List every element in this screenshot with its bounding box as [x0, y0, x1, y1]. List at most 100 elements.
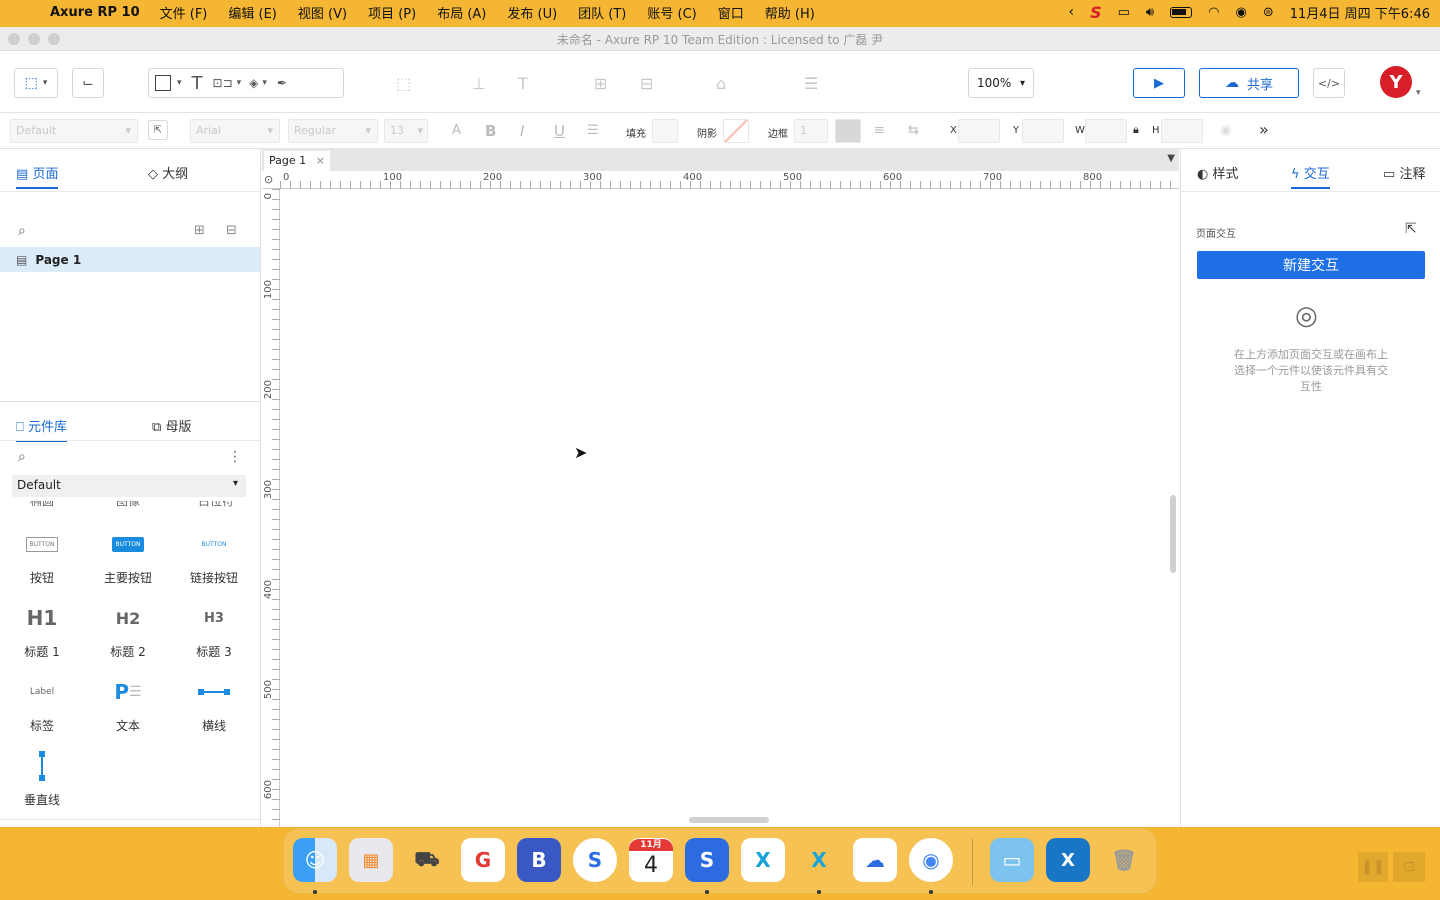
widget-primary-button[interactable]: BUTTON 主要按钮 [98, 529, 158, 586]
layers-tool-icon[interactable]: ◈ [249, 76, 258, 90]
share-button[interactable]: ☁ 共享 [1199, 68, 1299, 98]
text-tool-icon[interactable]: T [192, 73, 203, 94]
menu-publish[interactable]: 发布 (U) [507, 3, 557, 22]
forklift-icon[interactable]: ⛟ [405, 838, 449, 882]
library-select[interactable]: Default ▾ [12, 475, 246, 497]
tab-outline[interactable]: ◇ 大纲 [148, 163, 188, 182]
chevron-down-icon[interactable]: ▾ [237, 78, 242, 88]
font-size-select[interactable]: 13 ▾ [384, 119, 428, 143]
widget-vertical-line[interactable]: 垂直线 [12, 751, 72, 808]
group-icon[interactable]: ⬚ [396, 74, 411, 93]
rectangle-tool[interactable] [155, 75, 171, 91]
tab-pages[interactable]: ▤ 页面 [16, 163, 59, 189]
widget-horizontal-line[interactable]: 横线 [184, 677, 244, 734]
style-select[interactable]: Default ▾ [10, 119, 138, 143]
control-center-icon[interactable]: ⊜ [1263, 5, 1274, 20]
zoom-select[interactable]: 100% ▾ [968, 68, 1034, 98]
font-family-select[interactable]: Arial ▾ [190, 119, 280, 143]
menu-project[interactable]: 项目 (P) [368, 3, 416, 22]
clock[interactable]: 11月4日 周四 下午6:46 [1290, 3, 1430, 22]
battery-icon[interactable] [1170, 6, 1193, 18]
more-vertical-icon[interactable]: ⋮ [228, 449, 242, 465]
arrow-style-icon[interactable]: ⇆ [908, 123, 919, 138]
lock-ratio-icon[interactable]: 🔒︎ [1133, 123, 1139, 137]
menu-file[interactable]: 文件 (F) [160, 3, 208, 22]
widget-heading-2[interactable]: H2 标题 2 [98, 603, 158, 660]
s-logo-icon[interactable]: S [1090, 3, 1102, 22]
form-element-tool-icon[interactable]: ⊡⊐ [213, 76, 233, 90]
app-name-menu[interactable]: Axure RP 10 [50, 5, 140, 20]
tabs-dropdown-icon[interactable]: ▼ [1167, 153, 1175, 164]
widget-link-button[interactable]: BUTTON 链接按钮 [184, 529, 244, 586]
design-canvas[interactable] [281, 190, 1179, 827]
menu-layout[interactable]: 布局 (A) [437, 3, 486, 22]
pen-tool-icon[interactable]: ✒ [277, 76, 287, 90]
folder-icon[interactable]: ▭ [990, 838, 1034, 882]
bold-icon[interactable]: B [485, 122, 496, 140]
border-color-swatch[interactable] [835, 119, 861, 143]
apple-icon[interactable] [20, 3, 38, 21]
y-input[interactable] [1022, 119, 1064, 143]
fill-color-swatch[interactable] [652, 119, 678, 143]
doc-tab[interactable]: Page 1 × [264, 151, 330, 171]
menu-view[interactable]: 视图 (V) [298, 3, 347, 22]
axure-x-icon[interactable]: X [741, 838, 785, 882]
widget-heading-1[interactable]: H1 标题 1 [12, 603, 72, 660]
font-color-icon[interactable]: A [452, 123, 461, 138]
menu-window[interactable]: 窗口 [718, 3, 744, 22]
tab-library[interactable]: ⎕ 元件库 [16, 416, 67, 442]
ruler-origin-icon[interactable]: ⊙ [264, 173, 273, 186]
select-mode-button[interactable]: ⬚ ▾ [14, 68, 58, 98]
list-icon[interactable]: ☰ [587, 123, 599, 138]
h-input[interactable] [1161, 119, 1203, 143]
user-icon[interactable]: ◉ [1235, 5, 1246, 20]
cloud-drive-icon[interactable]: ☁ [853, 838, 897, 882]
chevron-left-icon[interactable]: ‹ [1068, 4, 1074, 20]
x-input[interactable] [958, 119, 1000, 143]
style-manager-button[interactable]: ⇱ [148, 120, 168, 140]
menu-team[interactable]: 团队 (T) [578, 3, 626, 22]
horizontal-scrollbar[interactable] [689, 817, 769, 823]
calendar-icon[interactable]: 11月 4 [629, 838, 673, 882]
search-icon[interactable]: ⌕ [18, 223, 26, 239]
add-folder-icon[interactable]: ⊟ [226, 223, 237, 238]
vertical-scrollbar[interactable] [1170, 495, 1176, 573]
line-style-icon[interactable]: ≡ [874, 123, 885, 138]
finder-icon[interactable]: ☺ [293, 838, 337, 882]
menu-account[interactable]: 账号 (C) [647, 3, 696, 22]
new-interaction-button[interactable]: 新建交互 [1197, 251, 1425, 279]
menu-edit[interactable]: 编辑 (E) [228, 3, 277, 22]
border-width-input[interactable]: 1 [794, 119, 828, 143]
wifi-icon[interactable]: ◠ [1208, 5, 1219, 20]
chevron-down-icon[interactable]: ▾ [1416, 88, 1421, 98]
order-icon[interactable]: ☰ [804, 74, 818, 93]
page-list-item[interactable]: ▤ Page 1 [0, 247, 260, 272]
ungroup-icon[interactable]: ⊟ [640, 74, 653, 93]
lock-icon[interactable]: ⌂ [716, 74, 726, 93]
more-icon[interactable]: » [1259, 120, 1269, 139]
gitmind-icon[interactable]: G [461, 838, 505, 882]
volume-icon[interactable]: 🔊︎ [1146, 5, 1154, 20]
menu-help[interactable]: 帮助 (H) [765, 3, 815, 22]
tab-masters[interactable]: ⧉ 母版 [152, 416, 191, 435]
align-top-icon[interactable]: ⊥ [472, 74, 486, 93]
widget-paragraph[interactable]: P ☰ 文本 [98, 677, 158, 734]
widget-button[interactable]: BUTTON 按钮 [12, 529, 72, 586]
close-icon[interactable]: × [316, 154, 325, 167]
chevron-down-icon[interactable]: ▾ [177, 78, 182, 88]
font-weight-select[interactable]: Regular ▾ [288, 119, 378, 143]
shadow-swatch[interactable] [723, 119, 749, 143]
launchpad-icon[interactable]: ▦ [349, 838, 393, 882]
search-icon[interactable]: ⌕ [18, 449, 26, 465]
display-icon[interactable]: ▭ [1118, 5, 1130, 20]
axure-rp-icon[interactable]: X [797, 838, 841, 882]
trash-icon[interactable]: 🗑︎ [1102, 838, 1146, 882]
tab-notes[interactable]: ▭ 注释 [1383, 163, 1425, 182]
code-inspect-button[interactable]: </> [1313, 68, 1345, 98]
chrome-icon[interactable]: ◉ [909, 838, 953, 882]
screen-button[interactable]: ⊡ [1393, 852, 1425, 882]
italic-icon[interactable]: I [520, 122, 524, 140]
tab-interaction[interactable]: ϟ 交互 [1291, 163, 1330, 189]
distribute-icon[interactable]: ⊞ [594, 74, 607, 93]
widget-label-item[interactable]: Label 标签 [12, 677, 72, 734]
